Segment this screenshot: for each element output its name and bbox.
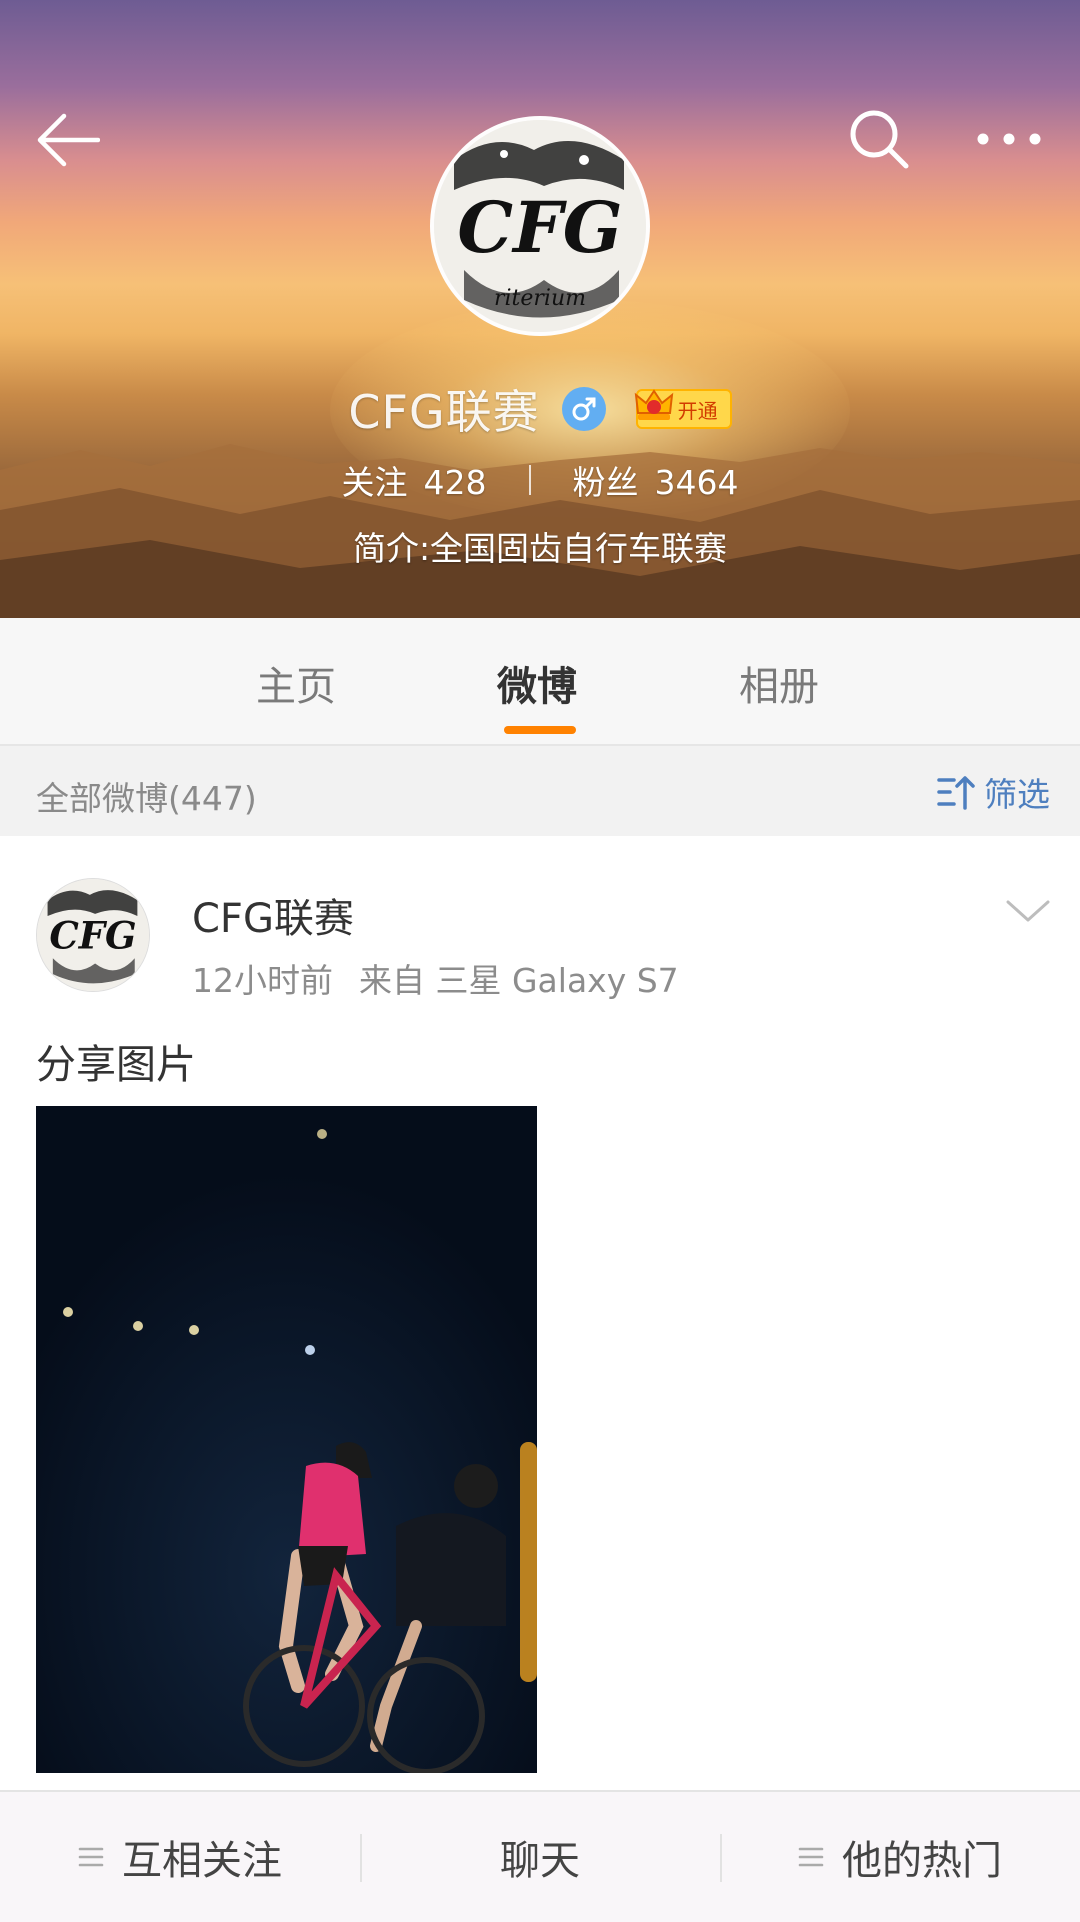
mutual-follow-label: 互相关注 bbox=[122, 1838, 282, 1884]
vip-badge[interactable]: 开通 bbox=[634, 389, 732, 429]
post-card: CFG CFG联赛 12小时前 来自 三星 Galaxy S7 分享图片 bbox=[0, 836, 1080, 1790]
male-icon bbox=[561, 387, 606, 431]
post-source: 来自 三星 Galaxy S7 bbox=[359, 961, 679, 1000]
more-dots-icon[interactable] bbox=[976, 124, 1042, 154]
svg-text:CFG: CFG bbox=[457, 186, 622, 269]
post-avatar[interactable]: CFG bbox=[36, 878, 150, 992]
sort-filter-icon bbox=[937, 776, 975, 810]
post-image[interactable] bbox=[36, 1106, 537, 1773]
all-posts-count[interactable]: 全部微博(447) bbox=[36, 772, 257, 820]
bottom-action-bar: 互相关注 聊天 他的热门 bbox=[0, 1790, 1080, 1922]
filter-button[interactable]: 筛选 bbox=[936, 768, 1050, 816]
cfg-logo: CFG riterium bbox=[434, 120, 646, 332]
profile-avatar[interactable]: CFG riterium bbox=[430, 116, 650, 336]
following-count: 428 bbox=[423, 463, 487, 502]
his-popular-button[interactable]: 他的热门 bbox=[720, 1792, 1080, 1922]
cfg-logo-small: CFG bbox=[37, 879, 149, 991]
tab-weibo[interactable]: 微博 bbox=[497, 654, 577, 712]
search-icon[interactable] bbox=[848, 108, 910, 170]
back-arrow-icon[interactable] bbox=[36, 112, 100, 168]
stats-divider bbox=[528, 465, 531, 495]
svg-text:CFG: CFG bbox=[49, 914, 136, 958]
profile-cover: CFG riterium CFG联赛 开通 关注 428 粉丝 3464 简介:… bbox=[0, 0, 1080, 618]
following-stat[interactable]: 关注 428 bbox=[342, 456, 487, 504]
menu-lines-icon bbox=[78, 1847, 104, 1867]
tab-album[interactable]: 相册 bbox=[739, 654, 819, 712]
night-cycling-photo bbox=[36, 1106, 537, 1773]
vip-label: 开通 bbox=[677, 398, 718, 423]
menu-lines-icon bbox=[798, 1847, 824, 1867]
post-meta: 12小时前 来自 三星 Galaxy S7 bbox=[192, 954, 679, 1002]
profile-bio: 简介:全国固齿自行车联赛 bbox=[352, 529, 728, 568]
his-popular-label: 他的热门 bbox=[842, 1838, 1002, 1884]
post-time: 12小时前 bbox=[192, 961, 333, 1000]
active-tab-indicator bbox=[504, 726, 576, 734]
post-author-name[interactable]: CFG联赛 bbox=[192, 886, 354, 944]
followers-stat[interactable]: 粉丝 3464 bbox=[573, 456, 739, 504]
tab-home[interactable]: 主页 bbox=[256, 654, 336, 712]
post-text: 分享图片 bbox=[36, 1042, 196, 1088]
followers-label: 粉丝 bbox=[572, 463, 639, 502]
profile-tabs: 主页 微博 相册 bbox=[0, 618, 1080, 746]
chat-label: 聊天 bbox=[500, 1838, 580, 1884]
svg-text:riterium: riterium bbox=[494, 286, 586, 311]
mutual-follow-button[interactable]: 互相关注 bbox=[0, 1792, 360, 1922]
chevron-down-icon[interactable] bbox=[1004, 896, 1052, 926]
following-label: 关注 bbox=[341, 463, 408, 502]
profile-name: CFG联赛 bbox=[348, 385, 540, 439]
chat-button[interactable]: 聊天 bbox=[360, 1792, 720, 1922]
followers-count: 3464 bbox=[654, 463, 739, 502]
crown-icon bbox=[634, 389, 673, 420]
filter-bar: 全部微博(447) 筛选 bbox=[0, 746, 1080, 837]
filter-label: 筛选 bbox=[984, 775, 1050, 814]
